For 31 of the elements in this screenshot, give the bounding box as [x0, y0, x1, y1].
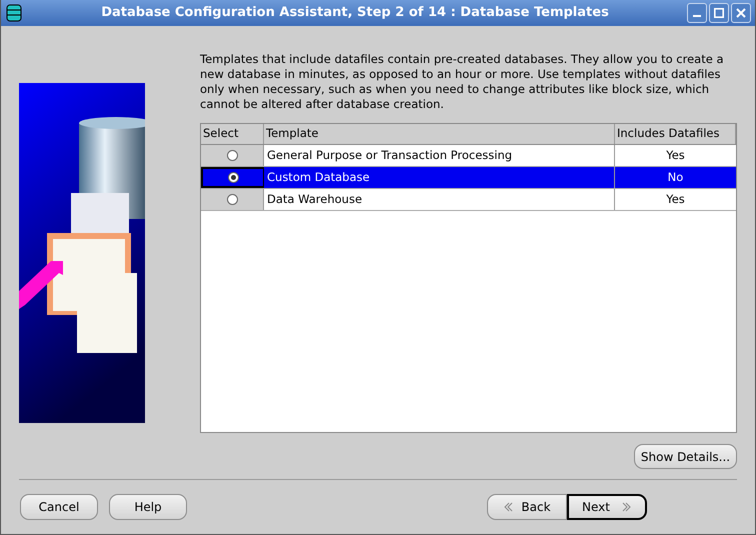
chevron-left-icon	[503, 502, 514, 512]
table-cell: Data Warehouse	[264, 189, 615, 210]
table-cell: General Purpose or Transaction Processing	[264, 145, 615, 166]
radio-button[interactable]	[226, 194, 238, 205]
cancel-button[interactable]: Cancel	[20, 494, 98, 520]
minimize-icon	[693, 15, 701, 17]
table-cell-text: Yes	[665, 190, 686, 208]
close-button[interactable]	[731, 3, 751, 23]
next-button[interactable]: Next	[567, 494, 647, 520]
database-icon	[5, 4, 23, 22]
column-header[interactable]: Template	[264, 124, 615, 144]
column-header[interactable]: Includes Datafiles	[615, 124, 736, 144]
table-row[interactable]: Custom Database No	[201, 167, 736, 189]
maximize-button[interactable]	[709, 3, 729, 23]
help-button[interactable]: Help	[109, 494, 187, 520]
table-cell: Custom Database	[264, 167, 615, 188]
table-cell-text: No	[666, 168, 684, 186]
show-details-button[interactable]: Show Details...	[634, 444, 737, 469]
minimize-button[interactable]	[687, 3, 707, 23]
window-title: Database Configuration Assistant, Step 2 of 14 : Database Templates	[100, 4, 610, 22]
table-cell-text: Yes	[665, 146, 686, 164]
radio-button[interactable]	[228, 172, 238, 183]
table-row[interactable]: General Purpose or Transaction Processing Yes	[201, 145, 736, 167]
chevron-right-icon	[622, 502, 632, 512]
back-button[interactable]: Back	[487, 494, 567, 520]
radio-button[interactable]	[226, 150, 238, 161]
column-header[interactable]: Select	[201, 124, 264, 144]
table-row[interactable]: Data Warehouse Yes	[201, 189, 736, 211]
maximize-icon	[714, 8, 724, 18]
close-icon	[736, 8, 746, 18]
description-text: Templates that include datafiles contain pre-created databases. They allow you to create a new database in minutes, as opposed to an hour or more. Use templates without datafiles only when necessary, such as when you need to change attributes like block size, which cannot be altered after database creation.	[200, 52, 725, 112]
